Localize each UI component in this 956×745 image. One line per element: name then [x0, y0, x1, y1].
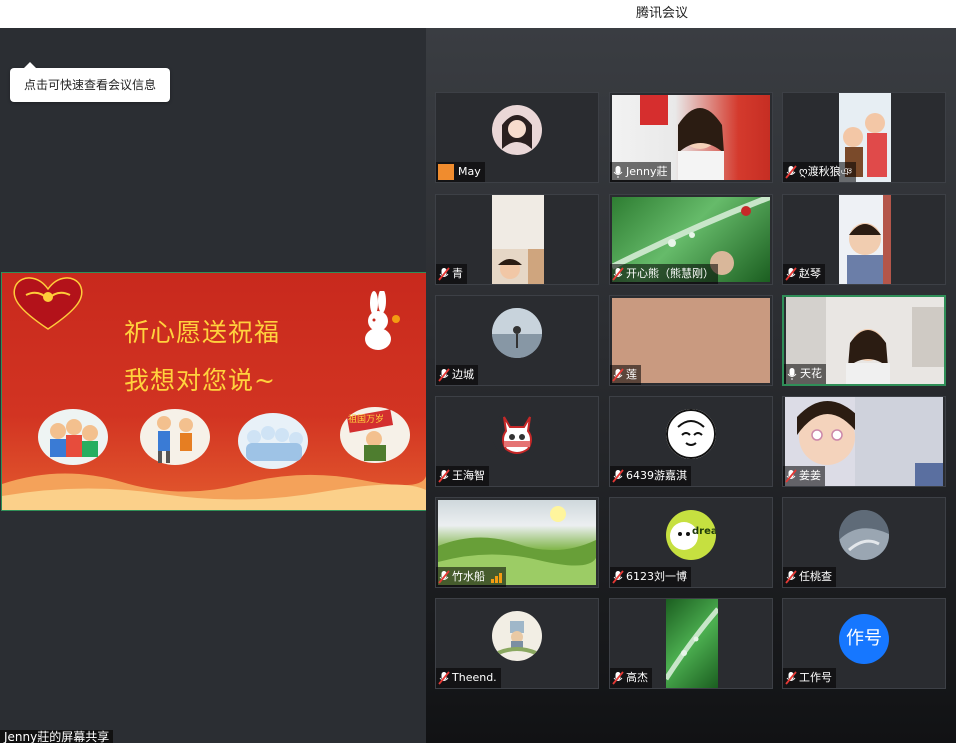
participant-name: 王海智 — [436, 466, 489, 486]
participant-name: 开心熊（熊慧刚） — [610, 264, 718, 284]
video-feed — [492, 195, 544, 284]
participant-tile[interactable]: May — [435, 92, 599, 183]
participant-tile[interactable]: 高杰 — [609, 598, 773, 689]
participant-tile[interactable]: dream 6123刘一博 — [609, 497, 773, 588]
muted-microphone-icon — [612, 570, 624, 584]
participant-tile-speaking[interactable]: 天花 — [782, 295, 946, 386]
avatar — [492, 105, 542, 155]
microphone-icon — [613, 166, 623, 178]
participant-name: 姜姜 — [783, 466, 825, 486]
participant-name: 竹水船 — [436, 567, 506, 587]
meeting-info-tooltip[interactable]: 点击可快速查看会议信息 — [10, 62, 170, 102]
participant-tile[interactable]: Jenny莊 — [609, 92, 773, 183]
muted-microphone-icon — [785, 267, 797, 281]
weak-signal-icon — [491, 571, 502, 583]
participant-tile[interactable]: 赵琴 — [782, 194, 946, 285]
avatar — [839, 510, 889, 560]
family-illustration — [38, 409, 108, 465]
share-heading-1: 祈心愿送祝福 — [124, 318, 281, 347]
participant-name: 赵琴 — [783, 264, 825, 284]
title-bar: 腾讯会议 — [0, 0, 956, 28]
muted-microphone-icon — [612, 368, 624, 382]
participant-tile[interactable]: 姜姜 — [782, 396, 946, 487]
participant-tile[interactable]: 开心熊（熊慧刚） — [609, 194, 773, 285]
microphone-icon — [787, 368, 797, 380]
participant-tile[interactable]: 6439游嘉淇 — [609, 396, 773, 487]
participant-name: 工作号 — [783, 668, 836, 688]
participant-name: ღ渡秋狼ঞ — [783, 162, 857, 182]
participant-tile[interactable]: ღ渡秋狼ঞ — [782, 92, 946, 183]
screen-share-label: Jenny莊的屏幕共享 — [0, 730, 114, 744]
soldier-illustration: 祖国万岁 — [340, 407, 410, 463]
muted-microphone-icon — [612, 469, 624, 483]
avatar-text: dream — [692, 526, 716, 537]
avatar: 作号 — [839, 614, 889, 664]
participant-tile[interactable]: 边城 — [435, 295, 599, 386]
stamp-text: 祖国万岁 — [348, 415, 385, 425]
muted-microphone-icon — [785, 469, 797, 483]
participant-name: 高杰 — [610, 668, 652, 688]
participant-name: 6123刘一博 — [610, 567, 691, 587]
user-avatar-icon — [438, 164, 454, 180]
muted-microphone-icon — [785, 570, 797, 584]
participant-tile[interactable]: 青 — [435, 194, 599, 285]
teacher-illustration — [140, 409, 210, 465]
participant-name: Theend. — [436, 668, 501, 688]
muted-microphone-icon — [438, 368, 450, 382]
wave-decoration — [2, 473, 426, 510]
participant-tile[interactable]: 作号 工作号 — [782, 598, 946, 689]
muted-microphone-icon — [438, 671, 450, 685]
avatar — [666, 409, 716, 459]
muted-microphone-icon — [438, 570, 450, 584]
participant-tile[interactable]: 任桃查 — [782, 497, 946, 588]
video-feed — [839, 195, 891, 284]
participant-name: Jenny莊 — [610, 162, 672, 182]
muted-microphone-icon — [438, 267, 450, 281]
avatar: dream — [666, 510, 716, 560]
medical-team-illustration — [238, 413, 308, 469]
participant-name: 边城 — [436, 365, 478, 385]
participant-name: 天花 — [784, 364, 826, 384]
muted-microphone-icon — [438, 469, 450, 483]
muted-microphone-icon — [612, 267, 624, 281]
muted-microphone-icon — [612, 671, 624, 685]
participant-name: 6439游嘉淇 — [610, 466, 691, 486]
screen-share-view[interactable]: 祈心愿送祝福 我想对您说~ 祖国万岁 — [1, 272, 427, 511]
participant-tile[interactable]: Theend. — [435, 598, 599, 689]
participant-tile[interactable]: 王海智 — [435, 396, 599, 487]
share-heading-2: 我想对您说~ — [124, 366, 276, 395]
avatar — [492, 409, 542, 459]
participant-name: 青 — [436, 264, 467, 284]
participant-tile[interactable]: 莲 — [609, 295, 773, 386]
video-feed — [666, 599, 718, 688]
participant-name: 莲 — [610, 365, 641, 385]
participant-tile[interactable]: 竹水船 — [435, 497, 599, 588]
muted-microphone-icon — [785, 671, 797, 685]
participant-name: 任桃查 — [783, 567, 836, 587]
avatar — [492, 308, 542, 358]
muted-microphone-icon — [785, 165, 797, 179]
rabbit-icon — [365, 291, 400, 350]
window-title: 腾讯会议 — [636, 6, 689, 21]
avatar — [492, 611, 542, 661]
participant-name: May — [436, 162, 485, 182]
heart-decoration-icon — [13, 277, 83, 330]
